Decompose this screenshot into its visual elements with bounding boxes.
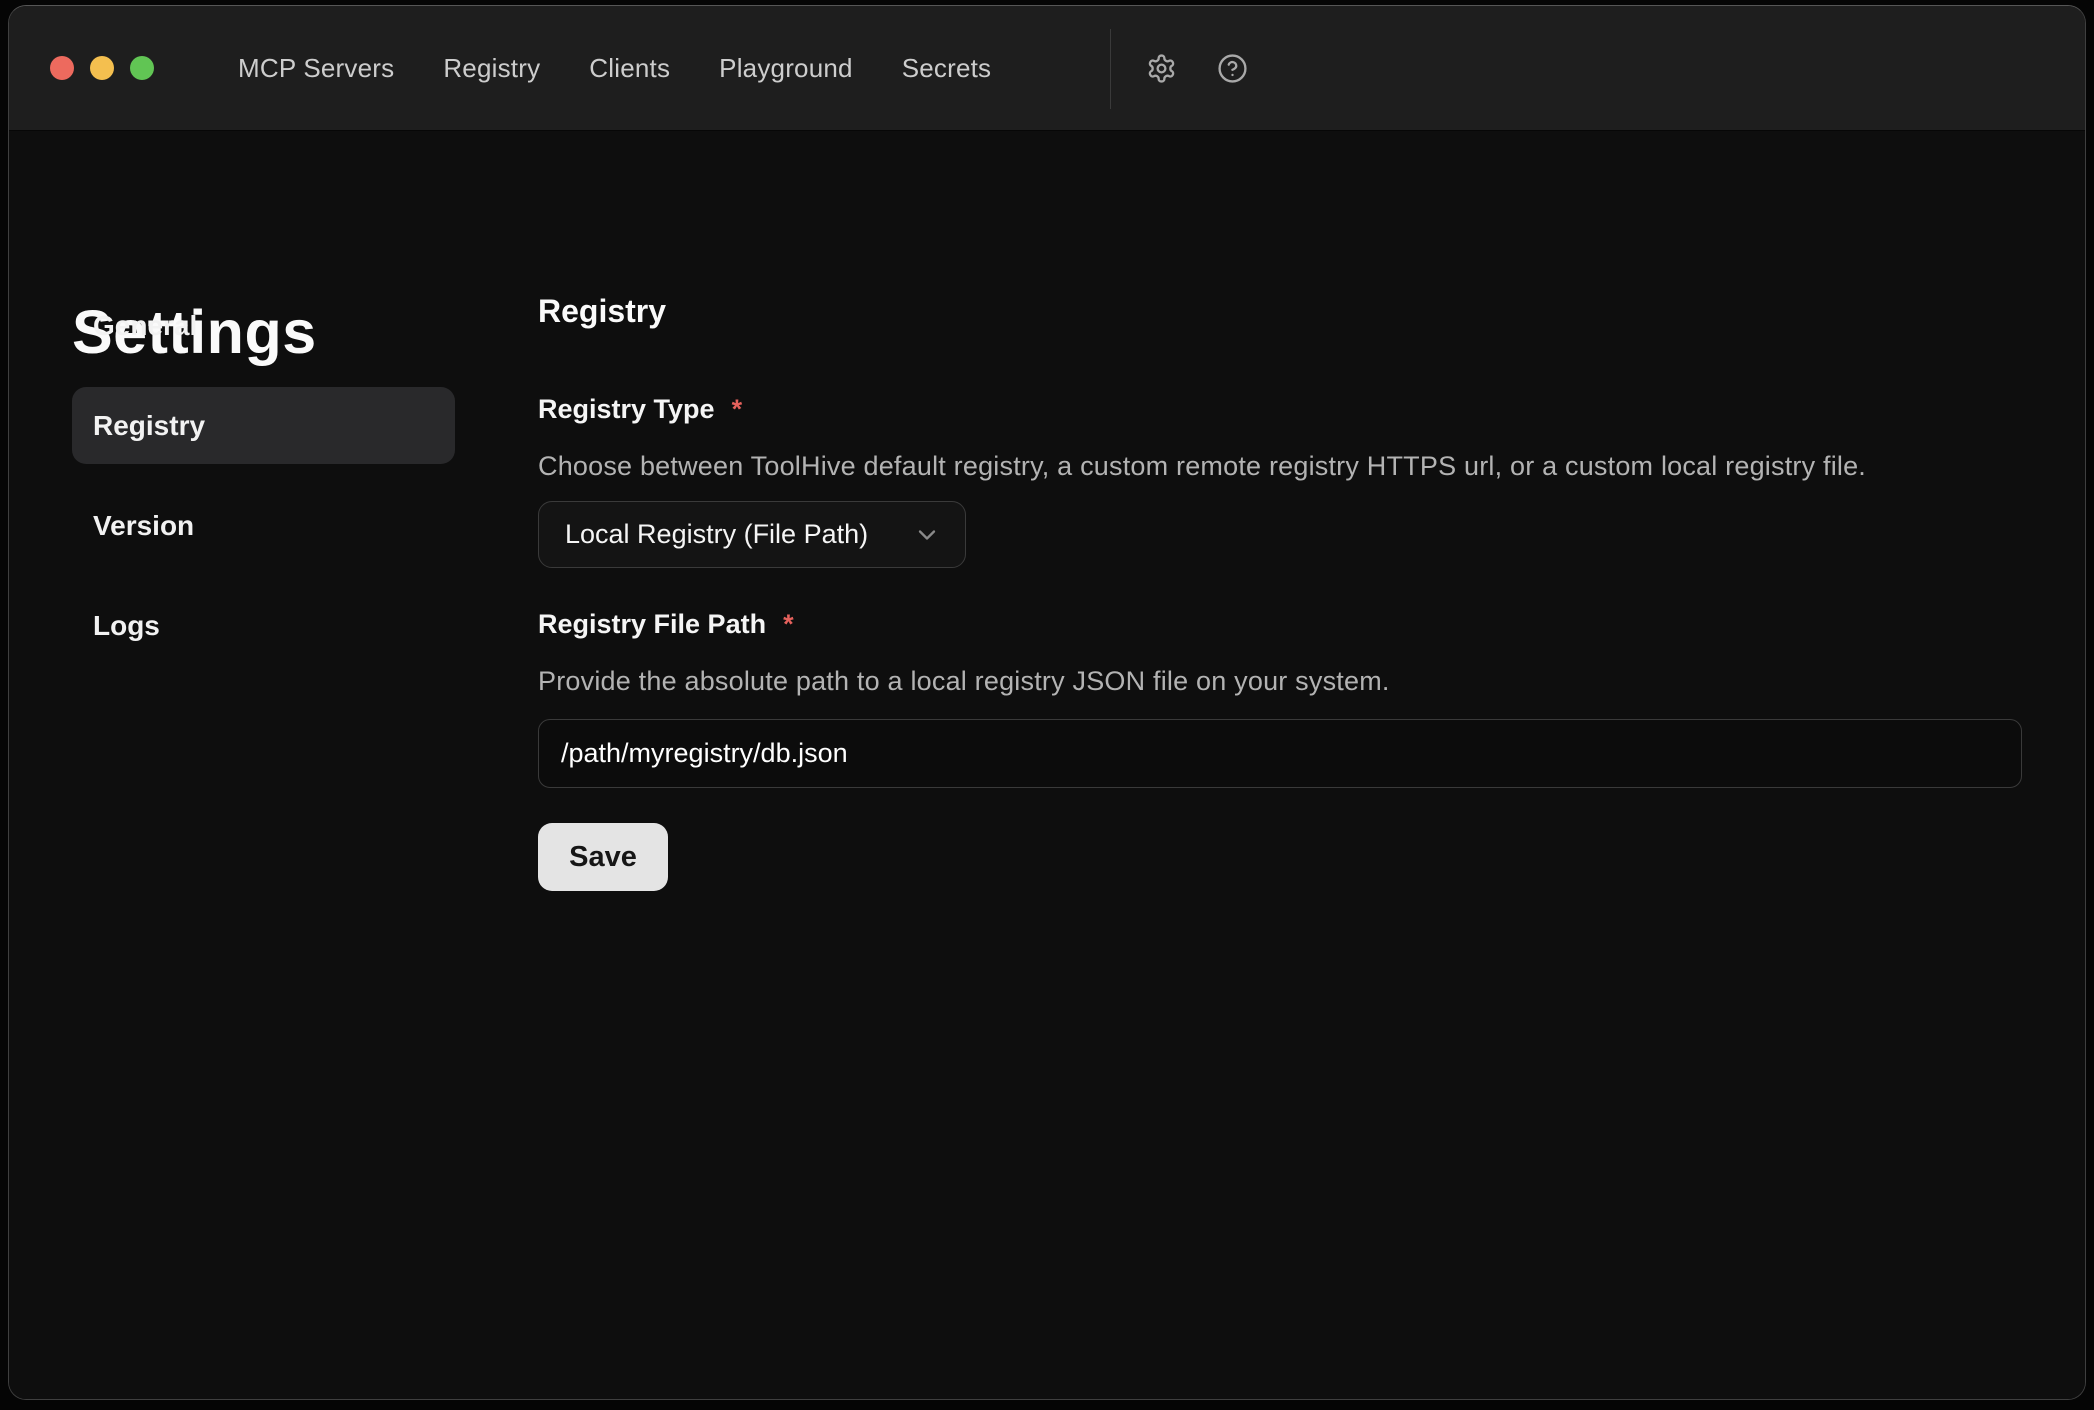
screen: MCP Servers Registry Clients Playground … <box>0 0 2094 1410</box>
save-button[interactable]: Save <box>538 823 668 891</box>
window-controls <box>50 56 154 80</box>
registry-type-select[interactable]: Local Registry (File Path) <box>538 501 966 568</box>
registry-type-description: Choose between ToolHive default registry… <box>538 449 2030 483</box>
chevron-down-icon <box>913 521 941 549</box>
titlebar-icons <box>1144 6 1249 131</box>
nav-item-registry[interactable]: Registry <box>443 53 540 84</box>
nav-item-secrets[interactable]: Secrets <box>902 53 992 84</box>
registry-type-label: Registry Type <box>538 392 715 426</box>
required-marker: * <box>783 607 794 641</box>
nav-item-mcp-servers[interactable]: MCP Servers <box>238 53 394 84</box>
titlebar-divider <box>1110 29 1111 109</box>
registry-file-path-label: Registry File Path <box>538 607 766 641</box>
sidebar-item-logs[interactable]: Logs <box>72 587 455 664</box>
nav-item-clients[interactable]: Clients <box>589 53 670 84</box>
help-icon[interactable] <box>1215 52 1249 86</box>
main-nav: MCP Servers Registry Clients Playground … <box>238 53 991 84</box>
nav-item-playground[interactable]: Playground <box>719 53 853 84</box>
registry-file-path-description: Provide the absolute path to a local reg… <box>538 664 2030 698</box>
sidebar-item-version[interactable]: Version <box>72 487 455 564</box>
registry-file-path-label-row: Registry File Path * <box>538 607 2030 641</box>
app-window: MCP Servers Registry Clients Playground … <box>8 5 2086 1400</box>
sidebar-item-registry[interactable]: Registry <box>72 387 455 464</box>
required-marker: * <box>732 392 743 426</box>
registry-type-selected-value: Local Registry (File Path) <box>565 519 899 550</box>
registry-file-path-input[interactable] <box>538 719 2022 788</box>
registry-type-label-row: Registry Type * <box>538 392 2030 426</box>
section-title: Registry <box>538 291 2030 331</box>
registry-settings-panel: Registry Registry Type * Choose between … <box>538 291 2030 891</box>
settings-gear-icon[interactable] <box>1144 52 1178 86</box>
minimize-window-button[interactable] <box>90 56 114 80</box>
sidebar-item-general[interactable]: General <box>72 287 455 364</box>
settings-sidebar: General Registry Version Logs <box>72 287 455 664</box>
close-window-button[interactable] <box>50 56 74 80</box>
settings-page: Settings General Registry Version Logs R… <box>9 131 2085 1400</box>
titlebar: MCP Servers Registry Clients Playground … <box>9 6 2085 131</box>
maximize-window-button[interactable] <box>130 56 154 80</box>
